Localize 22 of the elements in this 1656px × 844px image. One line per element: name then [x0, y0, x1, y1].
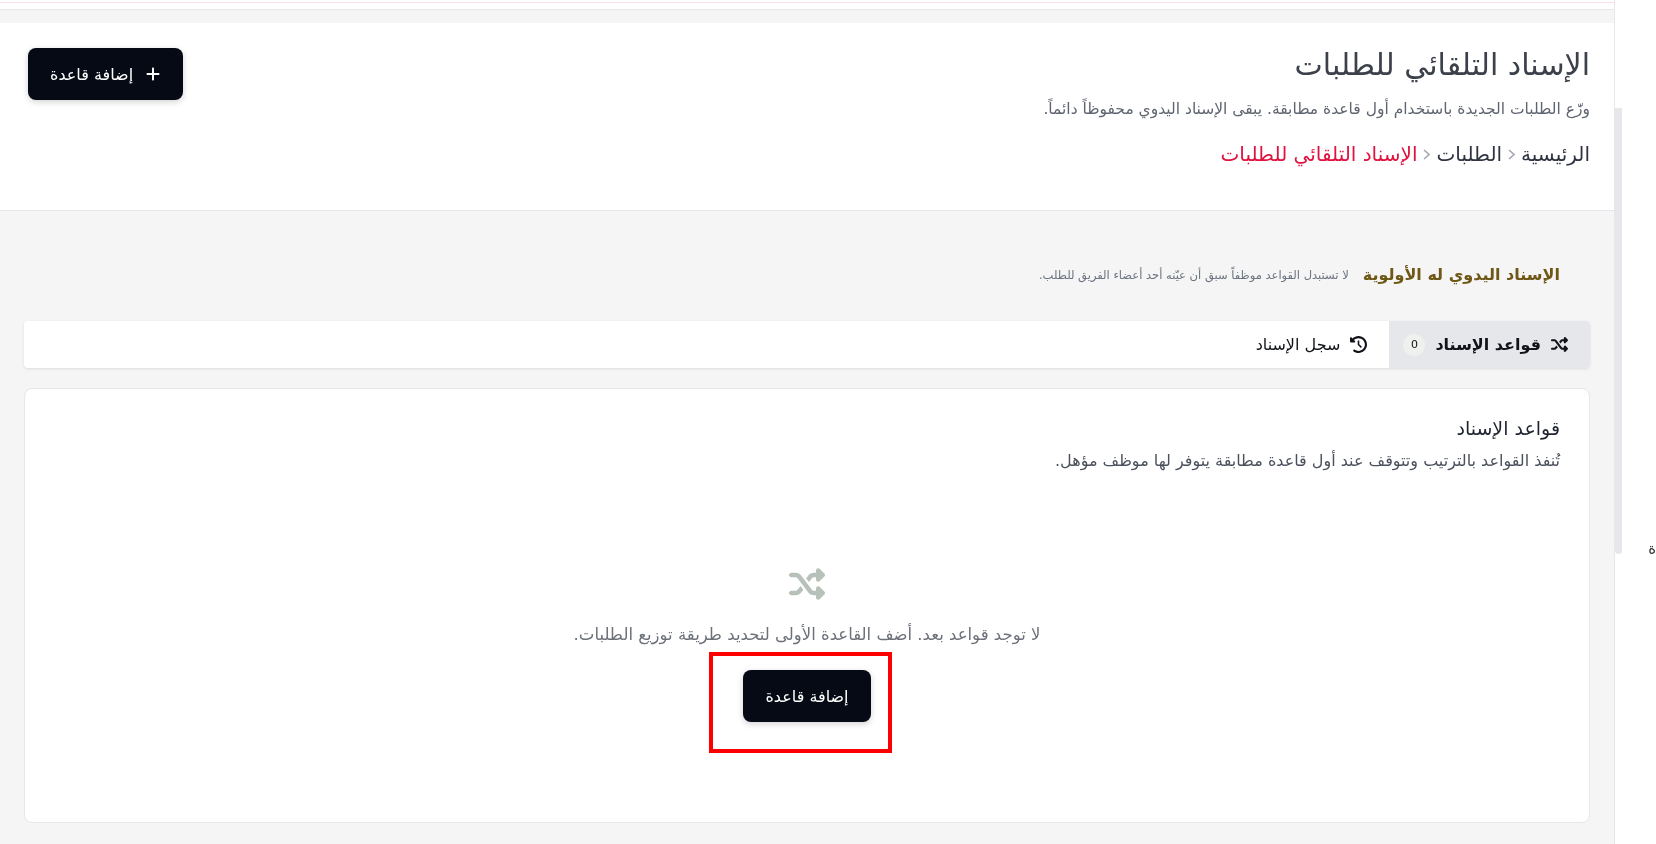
breadcrumb-current: الإسناد التلقائي للطلبات	[1220, 141, 1418, 169]
chevron-icon	[1508, 148, 1516, 160]
notice-text: لا تستبدل القواعد موظفاً سبق أن عيّنه أحد أعضاء الفريق للطلب.	[1038, 265, 1349, 285]
page-title: الإسناد التلقائي للطلبات	[1294, 46, 1590, 85]
shuffle-icon	[789, 566, 825, 602]
count-badge: 0	[1403, 333, 1426, 356]
plus-icon	[145, 66, 162, 82]
chevron-icon	[1423, 148, 1431, 160]
scrollbar-thumb[interactable]	[1615, 108, 1622, 554]
card-description: تُنفذ القواعد بالترتيب وتتوقف عند أول قاعدة مطابقة يتوفر لها موظف مؤهل.	[1054, 449, 1560, 473]
empty-state-message: لا توجد قواعد بعد. أضف القاعدة الأولى لتحديد طريقة توزيع الطلبات.	[573, 622, 1041, 647]
breadcrumb-link[interactable]: الرئيسية	[1521, 139, 1590, 169]
text-fragment: ة	[1648, 539, 1656, 560]
card-title: قواعد الإسناد	[1455, 416, 1560, 442]
notice-title: الإسناد اليدوي له الأولوية	[1362, 264, 1560, 287]
history-icon	[1350, 336, 1368, 353]
add-rule-button[interactable]: إضافة قاعدة	[28, 48, 184, 100]
breadcrumb-link[interactable]: الطلبات	[1436, 139, 1503, 169]
tab[interactable]: سجل الإسناد	[1241, 321, 1390, 368]
shuffle-icon	[1551, 336, 1568, 353]
add-rule-button[interactable]: إضافة قاعدة	[743, 670, 871, 722]
page-subtitle: وزّع الطلبات الجديدة باستخدام أول قاعدة مطابقة. يبقى الإسناد اليدوي محفوظاً دائماً.	[1043, 97, 1590, 121]
